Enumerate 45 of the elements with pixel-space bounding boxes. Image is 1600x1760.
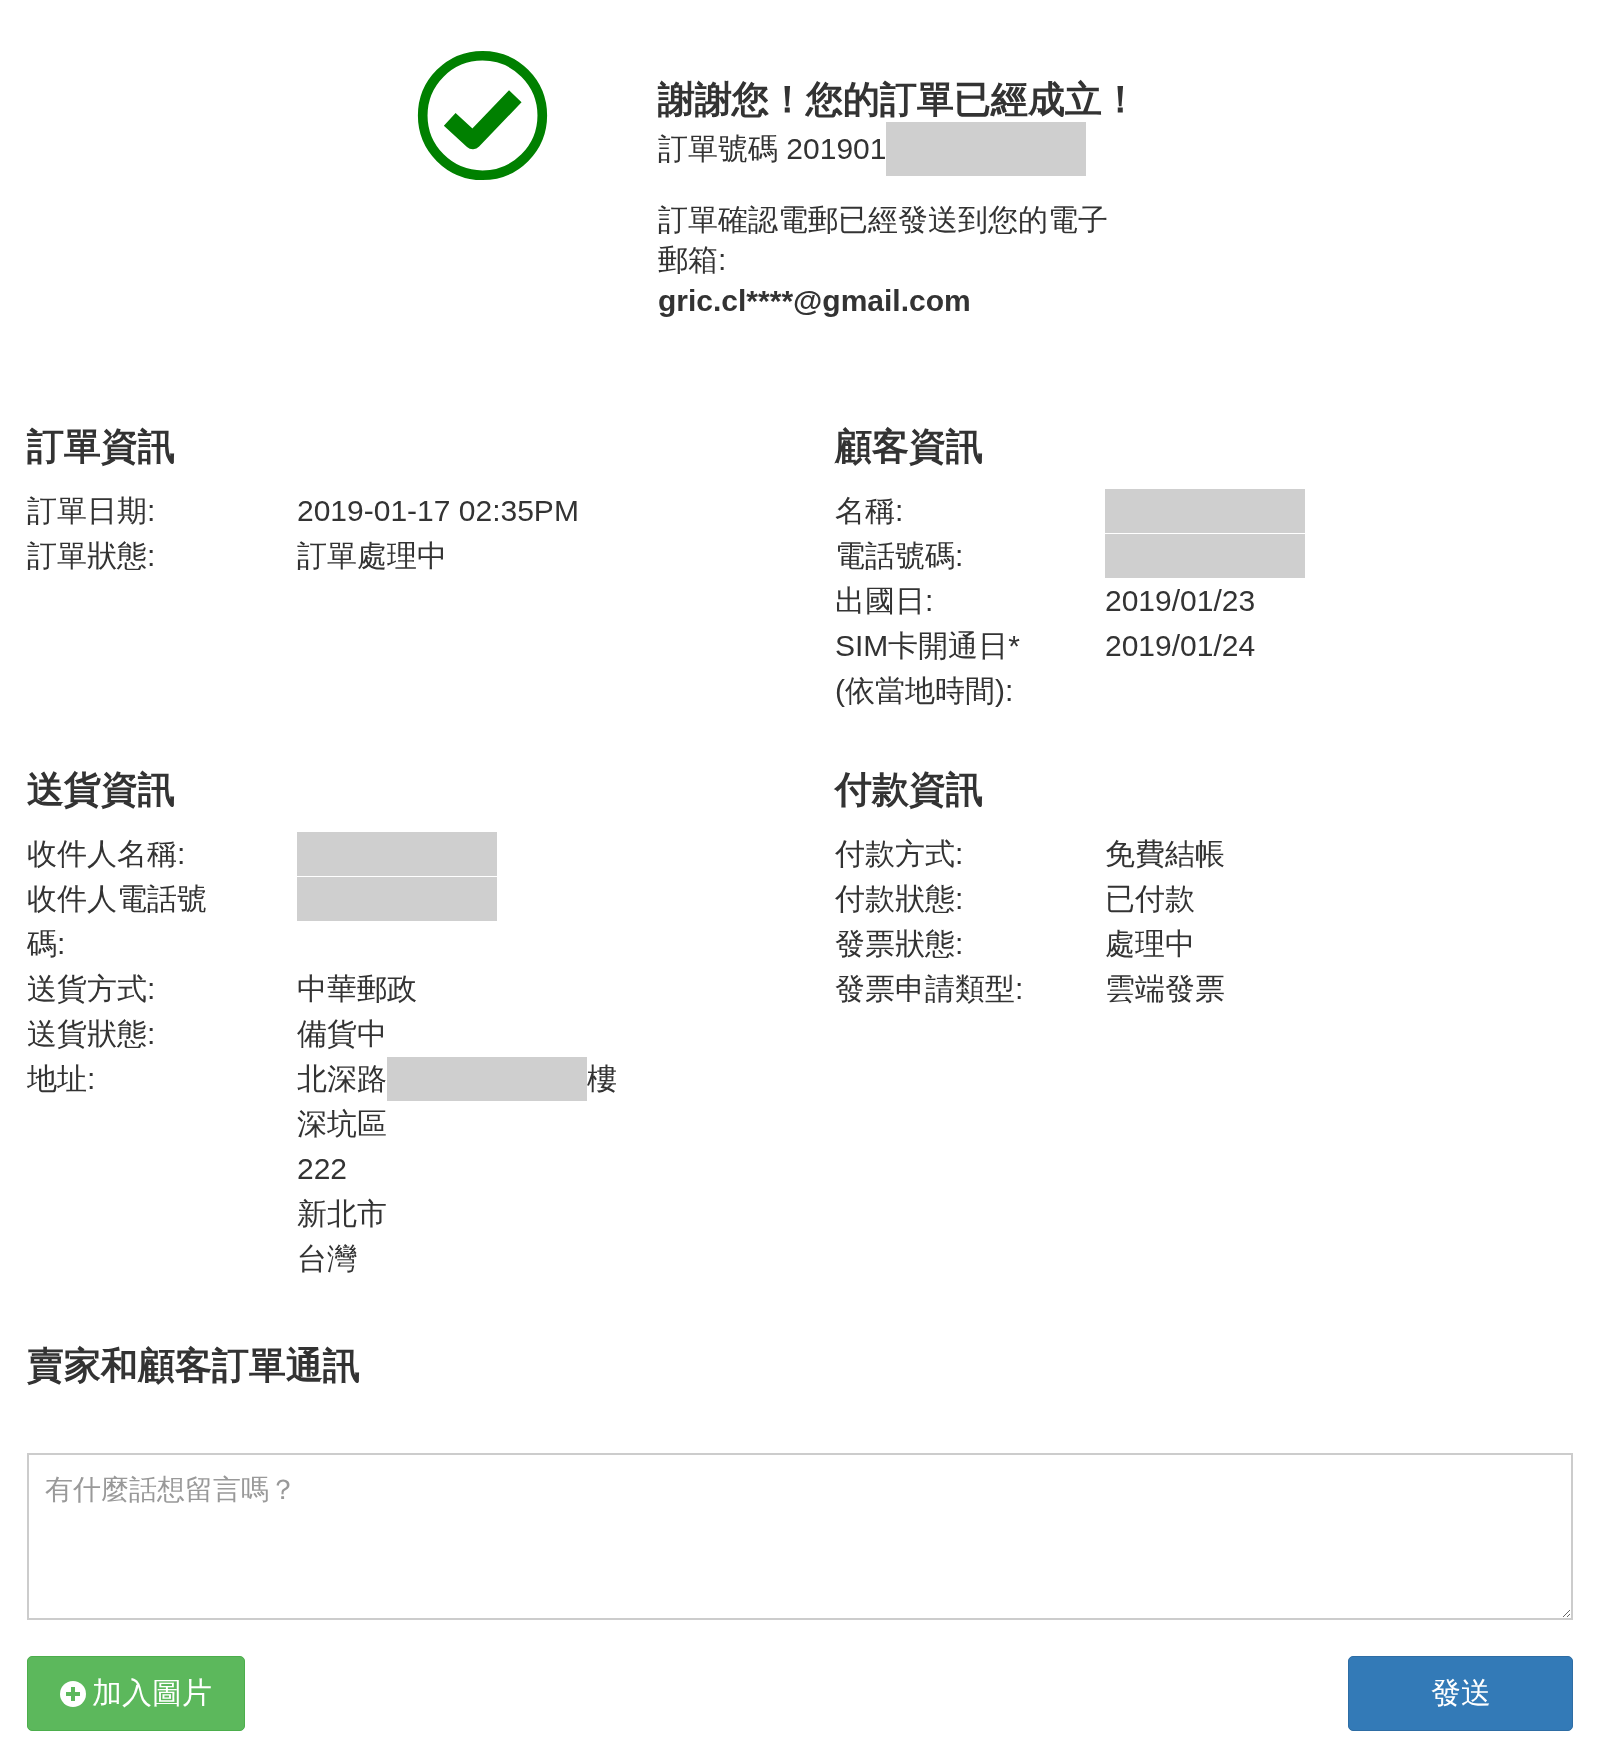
field-label: SIM卡開通日* (依當地時間): — [835, 628, 1021, 709]
plus-circle-icon — [60, 1680, 86, 1707]
section-heading: 送貨資訊 — [27, 768, 176, 812]
field-value: 新北市 — [297, 1196, 388, 1232]
field-label: 出國日: — [835, 583, 935, 619]
field-value: 222 — [297, 1151, 349, 1187]
field-value: 處理中 — [1105, 926, 1195, 962]
field-value: 深坑區 — [297, 1106, 388, 1142]
field-value: 北深路 — [297, 1061, 387, 1097]
field-label: 訂單日期: — [27, 493, 157, 529]
field-label: 收件人名稱: — [27, 836, 187, 872]
field-value: 2019-01-17 02:35PM — [297, 493, 579, 529]
section-heading: 訂單資訊 — [27, 425, 176, 469]
field-label: 地址: — [27, 1061, 97, 1097]
field-label: 送貨狀態: — [27, 1016, 157, 1052]
section-heading: 顧客資訊 — [835, 425, 984, 469]
field-label: 發票申請類型: — [835, 971, 1025, 1007]
section-heading: 付款資訊 — [835, 768, 984, 812]
order-number: 訂單號碼 201901 — [658, 130, 887, 167]
message-field[interactable]: 有什麼話想留言嗎？ — [27, 1453, 1573, 1620]
field-label: 電話號碼: — [835, 538, 965, 574]
field-label: 付款方式: — [835, 836, 965, 872]
email-address: gric.cl****@gmail.com — [658, 283, 972, 319]
email-notice: 訂單確認電郵已經發送到您的電子郵箱: — [658, 202, 1109, 278]
field-label: 名稱: — [835, 493, 905, 529]
confirmation-title: 謝謝您！您的訂單已經成立！ — [658, 78, 1140, 122]
field-value: 2019/01/24 — [1105, 628, 1256, 664]
field-value: 免費結帳 — [1105, 836, 1225, 872]
add-image-button[interactable]: 加入圖片 — [27, 1656, 245, 1731]
field-value: 樓 — [587, 1061, 617, 1097]
field-value: 2019/01/23 — [1105, 583, 1256, 619]
field-label: 收件人電話號碼: — [27, 881, 208, 962]
field-value: 台灣 — [297, 1241, 358, 1277]
field-value: 已付款 — [1105, 881, 1195, 917]
field-label: 發票狀態: — [835, 926, 965, 962]
send-button[interactable]: 發送 — [1348, 1656, 1573, 1731]
field-value: 訂單處理中 — [297, 538, 447, 574]
field-value: 中華郵政 — [297, 971, 417, 1007]
check-circle-icon — [415, 48, 550, 183]
field-label: 送貨方式: — [27, 971, 157, 1007]
field-label: 訂單狀態: — [27, 538, 157, 574]
field-value: 雲端發票 — [1105, 971, 1225, 1007]
field-value: 備貨中 — [297, 1016, 387, 1052]
field-label: 付款狀態: — [835, 881, 965, 917]
section-heading: 賣家和顧客訂單通訊 — [27, 1344, 361, 1388]
